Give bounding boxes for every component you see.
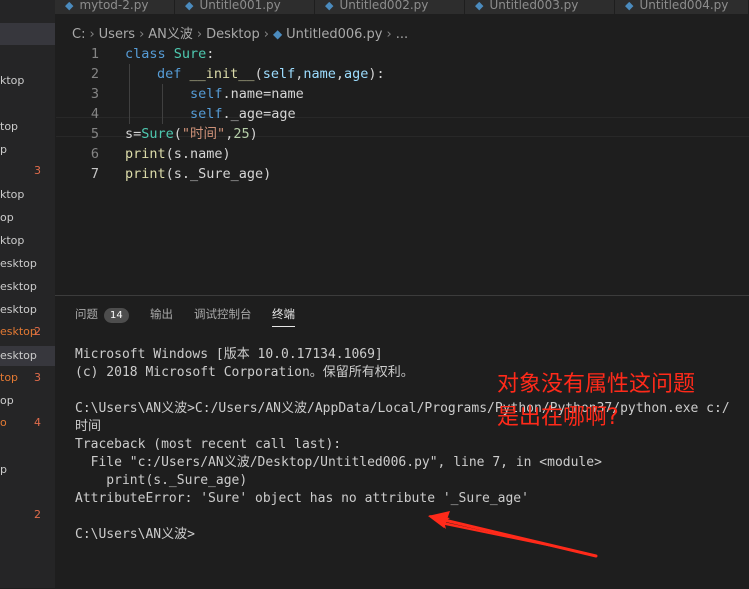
annotation-arrow-icon xyxy=(428,511,598,558)
